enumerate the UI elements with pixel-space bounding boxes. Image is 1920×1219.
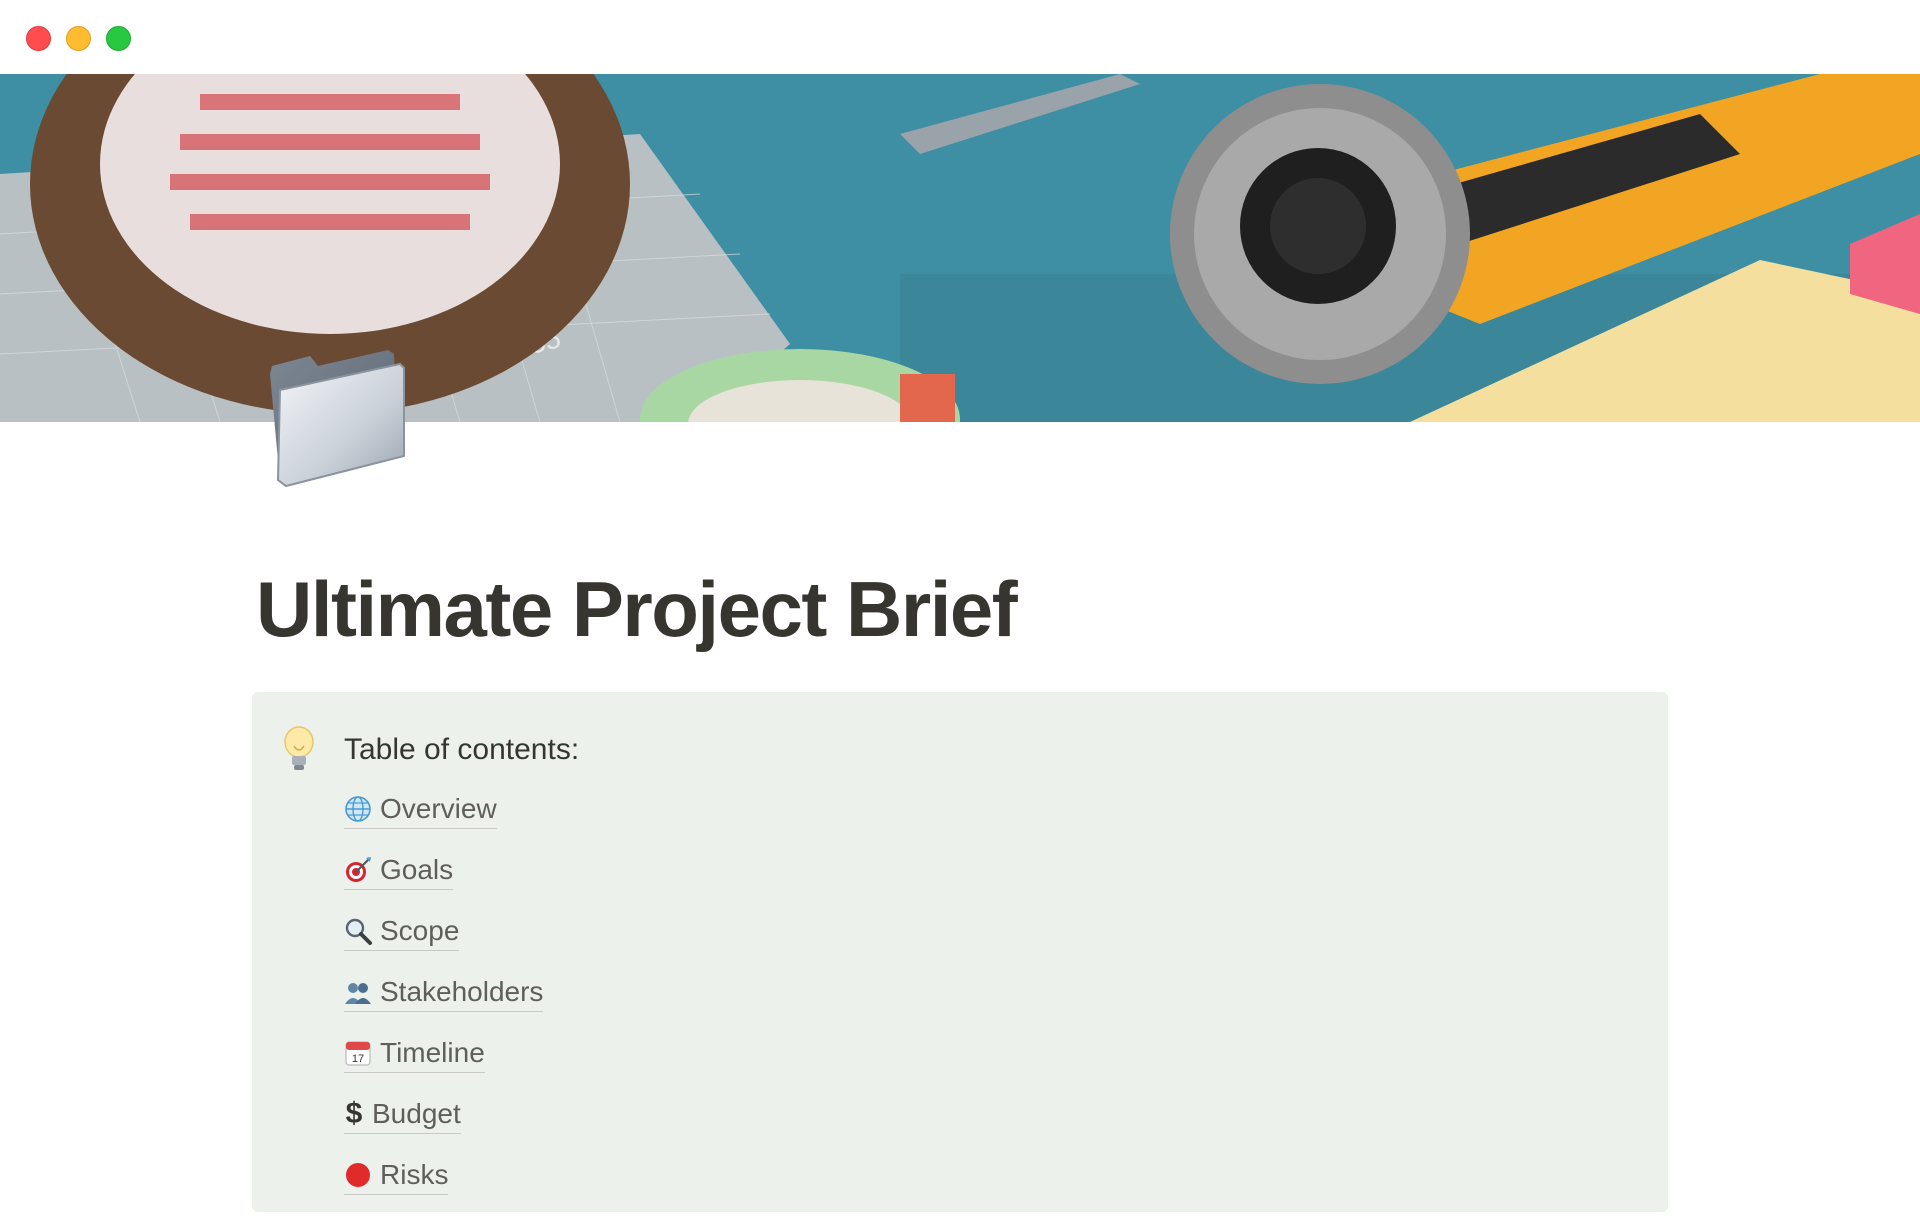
table-of-contents-list: Overview Goals Scope Stakeholders 17 Tim… (344, 792, 544, 1219)
zoom-window-button[interactable] (106, 26, 131, 51)
toc-link-overview[interactable]: Overview (344, 792, 497, 829)
toc-item-overview: Overview (344, 792, 543, 853)
dollar-icon: $ (345, 1096, 363, 1130)
toc-label-budget: Budget (372, 1098, 461, 1129)
window-titlebar (0, 0, 1920, 74)
toc-link-scope[interactable]: Scope (344, 914, 460, 951)
calendar-icon-day: 17 (352, 1053, 364, 1065)
toc-label-stakeholders: Stakeholders (380, 976, 544, 1007)
toc-label-scope: Scope (380, 915, 460, 946)
callout-heading: Table of contents: (344, 733, 580, 766)
people-icon (344, 978, 372, 1006)
magnifier-icon (344, 917, 372, 945)
close-window-button[interactable] (26, 26, 51, 51)
toc-link-budget[interactable]: $ Budget (344, 1097, 461, 1134)
toc-item-timeline: 17 Timeline (344, 1036, 543, 1097)
page-title[interactable]: Ultimate Project Brief (256, 570, 1018, 648)
toc-link-goals[interactable]: Goals (344, 853, 454, 890)
minimize-window-button[interactable] (66, 26, 91, 51)
toc-label-timeline: Timeline (380, 1037, 485, 1068)
red-circle-icon (344, 1161, 372, 1189)
toc-link-risks[interactable]: Risks (344, 1158, 449, 1195)
toc-item-goals: Goals (344, 853, 543, 914)
target-icon (344, 856, 372, 884)
toc-link-timeline[interactable]: 17 Timeline (344, 1036, 485, 1073)
globe-icon (344, 795, 372, 823)
toc-label-risks: Risks (380, 1159, 449, 1190)
folder-icon[interactable] (262, 344, 408, 490)
table-of-contents-callout: Table of contents: Overview Goals Scope … (252, 692, 1668, 1212)
toc-item-scope: Scope (344, 914, 543, 975)
toc-item-risks: Risks (344, 1158, 543, 1219)
toc-link-stakeholders[interactable]: Stakeholders (344, 975, 544, 1012)
lightbulb-icon (282, 726, 316, 772)
toc-item-budget: $ Budget (344, 1097, 543, 1158)
toc-label-overview: Overview (380, 793, 497, 824)
toc-label-goals: Goals (380, 854, 454, 885)
calendar-icon: 17 (344, 1039, 372, 1067)
toc-item-stakeholders: Stakeholders (344, 975, 544, 1036)
